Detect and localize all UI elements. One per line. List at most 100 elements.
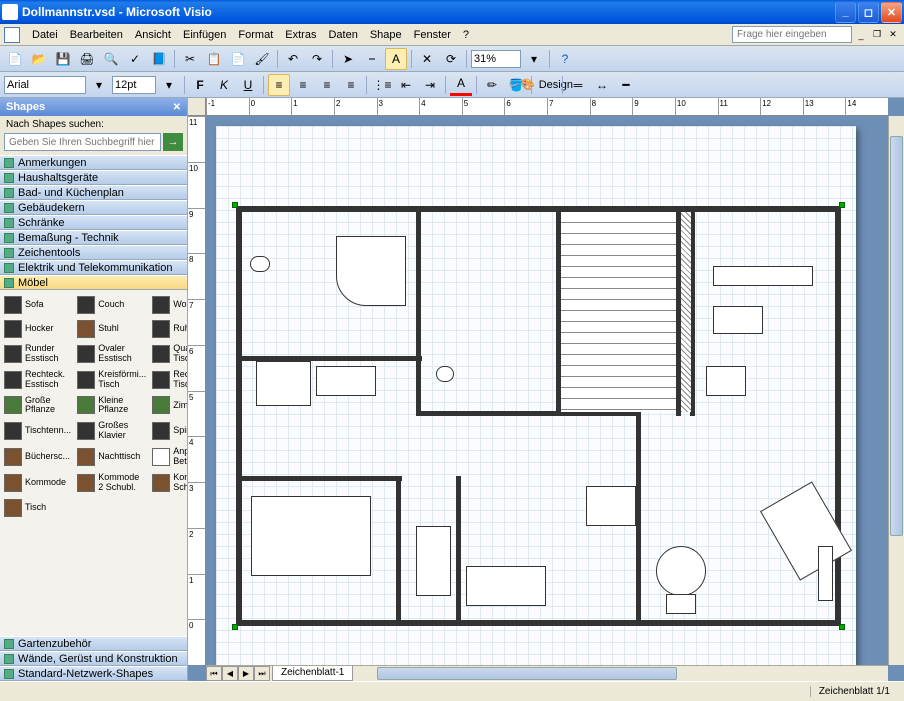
undo-button[interactable]: ↶ bbox=[282, 48, 304, 70]
menu-fenster[interactable]: Fenster bbox=[408, 27, 457, 43]
shape-shelf[interactable] bbox=[818, 546, 833, 601]
shape-item[interactable]: Tischtenn... bbox=[2, 419, 73, 443]
shape-item[interactable]: Stuhl bbox=[75, 318, 148, 340]
shape-item[interactable]: Sofa bbox=[2, 294, 73, 316]
shape-item[interactable]: Büchersc... bbox=[2, 445, 73, 469]
shape-double-sink[interactable] bbox=[316, 366, 376, 396]
stencil-bar[interactable]: Schränke bbox=[0, 215, 187, 230]
shape-bed[interactable] bbox=[251, 496, 371, 576]
shape-item[interactable]: Wohnzimm... bbox=[150, 294, 187, 316]
shape-item[interactable]: Anpassb... Bett bbox=[150, 445, 187, 469]
shape-desk[interactable] bbox=[466, 566, 546, 606]
shape-stove[interactable] bbox=[706, 366, 746, 396]
italic-button[interactable]: K bbox=[213, 74, 235, 96]
font-dropdown[interactable]: ▾ bbox=[88, 74, 110, 96]
align-justify-button[interactable]: ≡ bbox=[340, 74, 362, 96]
shapes-close-icon[interactable]: ✕ bbox=[173, 102, 181, 113]
zoom-dropdown[interactable]: ▾ bbox=[523, 48, 545, 70]
drawing-viewport[interactable] bbox=[206, 116, 888, 665]
line-pattern-button[interactable]: ═ bbox=[567, 74, 589, 96]
shapes-search-input[interactable] bbox=[4, 133, 161, 151]
maximize-button[interactable]: ◻ bbox=[858, 2, 879, 23]
connector-tool-button[interactable]: ⎯ bbox=[361, 48, 383, 70]
align-center-button[interactable]: ≡ bbox=[292, 74, 314, 96]
line-color-button[interactable]: ✏ bbox=[481, 74, 503, 96]
shape-item[interactable]: Großes Klavier bbox=[75, 419, 148, 443]
bullets-button[interactable]: ⋮≡ bbox=[371, 74, 393, 96]
shape-chairs[interactable] bbox=[586, 486, 636, 526]
connection-point-button[interactable]: ✕ bbox=[416, 48, 438, 70]
stencil-bar[interactable]: Gebäudekern bbox=[0, 200, 187, 215]
text-tool-button[interactable]: A bbox=[385, 48, 407, 70]
stencil-bar[interactable]: Standard-Netzwerk-Shapes bbox=[0, 666, 187, 681]
shape-toilet[interactable] bbox=[250, 256, 270, 272]
bold-button[interactable]: F bbox=[189, 74, 211, 96]
zoom-combo[interactable] bbox=[471, 50, 521, 68]
horizontal-ruler[interactable]: -101234567891011121314 bbox=[206, 98, 888, 116]
font-combo[interactable] bbox=[4, 76, 86, 94]
shape-tv[interactable] bbox=[666, 594, 696, 614]
cut-button[interactable]: ✂ bbox=[179, 48, 201, 70]
stencil-moebel[interactable]: Möbel bbox=[0, 275, 187, 290]
menu-shape[interactable]: Shape bbox=[364, 27, 408, 43]
shape-item[interactable]: Ruhesessel bbox=[150, 318, 187, 340]
stencil-bar[interactable]: Elektrik und Telekommunikation bbox=[0, 260, 187, 275]
menu-format[interactable]: Format bbox=[232, 27, 279, 43]
menu-einfuegen[interactable]: Einfügen bbox=[177, 27, 232, 43]
font-size-combo[interactable] bbox=[112, 76, 156, 94]
menu-daten[interactable]: Daten bbox=[322, 27, 363, 43]
research-button[interactable]: 📘 bbox=[148, 48, 170, 70]
menu-ansicht[interactable]: Ansicht bbox=[129, 27, 177, 43]
shape-item[interactable]: Nachttisch bbox=[75, 445, 148, 469]
save-button[interactable]: 💾 bbox=[52, 48, 74, 70]
shapes-search-go-button[interactable]: → bbox=[163, 133, 183, 151]
help-search-input[interactable] bbox=[732, 26, 852, 43]
new-button[interactable]: 📄 bbox=[4, 48, 26, 70]
redo-button[interactable]: ↷ bbox=[306, 48, 328, 70]
shape-item[interactable]: Quadratis... Tisch bbox=[150, 342, 187, 366]
stencil-bar[interactable]: Bemaßung - Technik bbox=[0, 230, 187, 245]
horizontal-scrollbar[interactable] bbox=[357, 666, 888, 681]
help-button[interactable]: ? bbox=[554, 48, 576, 70]
mdi-minimize[interactable]: _ bbox=[854, 28, 868, 42]
stencil-bar[interactable]: Wände, Gerüst und Konstruktion bbox=[0, 651, 187, 666]
shape-item[interactable]: Hocker bbox=[2, 318, 73, 340]
size-dropdown[interactable]: ▾ bbox=[158, 74, 180, 96]
stencil-bar[interactable]: Gartenzubehör bbox=[0, 636, 187, 651]
shape-item[interactable]: Rechteck. Tisch bbox=[150, 368, 187, 392]
shape-item[interactable]: Große Pflanze bbox=[2, 394, 73, 418]
stencil-bar[interactable]: Zeichentools bbox=[0, 245, 187, 260]
menu-extras[interactable]: Extras bbox=[279, 27, 322, 43]
shape-shower[interactable] bbox=[336, 236, 406, 306]
align-right-button[interactable]: ≡ bbox=[316, 74, 338, 96]
pointer-tool-button[interactable]: ➤ bbox=[337, 48, 359, 70]
shape-item[interactable]: Kommode 3 Schubl. bbox=[150, 471, 187, 495]
spelling-button[interactable]: ✓ bbox=[124, 48, 146, 70]
shape-table-round[interactable] bbox=[656, 546, 706, 596]
shape-toilet2[interactable] bbox=[436, 366, 454, 382]
menu-datei[interactable]: Datei bbox=[26, 27, 64, 43]
tab-first-button[interactable]: ⏮ bbox=[206, 666, 222, 681]
design-button[interactable]: 🎨 Design bbox=[536, 74, 558, 96]
stencil-bar[interactable]: Haushaltsgeräte bbox=[0, 170, 187, 185]
print-button[interactable]: 🖨 bbox=[76, 48, 98, 70]
shape-item[interactable]: Zimmerpfl... bbox=[150, 394, 187, 418]
underline-button[interactable]: U bbox=[237, 74, 259, 96]
format-painter-button[interactable]: 🖌 bbox=[251, 48, 273, 70]
line-ends-button[interactable]: ↔ bbox=[591, 74, 613, 96]
print-preview-button[interactable]: 🔍 bbox=[100, 48, 122, 70]
paste-button[interactable]: 📄 bbox=[227, 48, 249, 70]
mdi-restore[interactable]: ❐ bbox=[870, 28, 884, 42]
shape-item[interactable]: Runder Esstisch bbox=[2, 342, 73, 366]
shape-item[interactable]: Kreisförmi... Tisch bbox=[75, 368, 148, 392]
shape-item[interactable]: Rechteck. Esstisch bbox=[2, 368, 73, 392]
stencil-bar[interactable]: Bad- und Küchenplan bbox=[0, 185, 187, 200]
shape-item[interactable]: Tisch bbox=[2, 497, 73, 519]
menu-help[interactable]: ? bbox=[457, 27, 475, 43]
page-tab[interactable]: Zeichenblatt-1 bbox=[272, 666, 353, 681]
tab-prev-button[interactable]: ◀ bbox=[222, 666, 238, 681]
shape-sideboard[interactable] bbox=[416, 526, 451, 596]
tab-last-button[interactable]: ⏭ bbox=[254, 666, 270, 681]
line-weight-button[interactable]: ━ bbox=[615, 74, 637, 96]
font-color-button[interactable]: A bbox=[450, 74, 472, 96]
